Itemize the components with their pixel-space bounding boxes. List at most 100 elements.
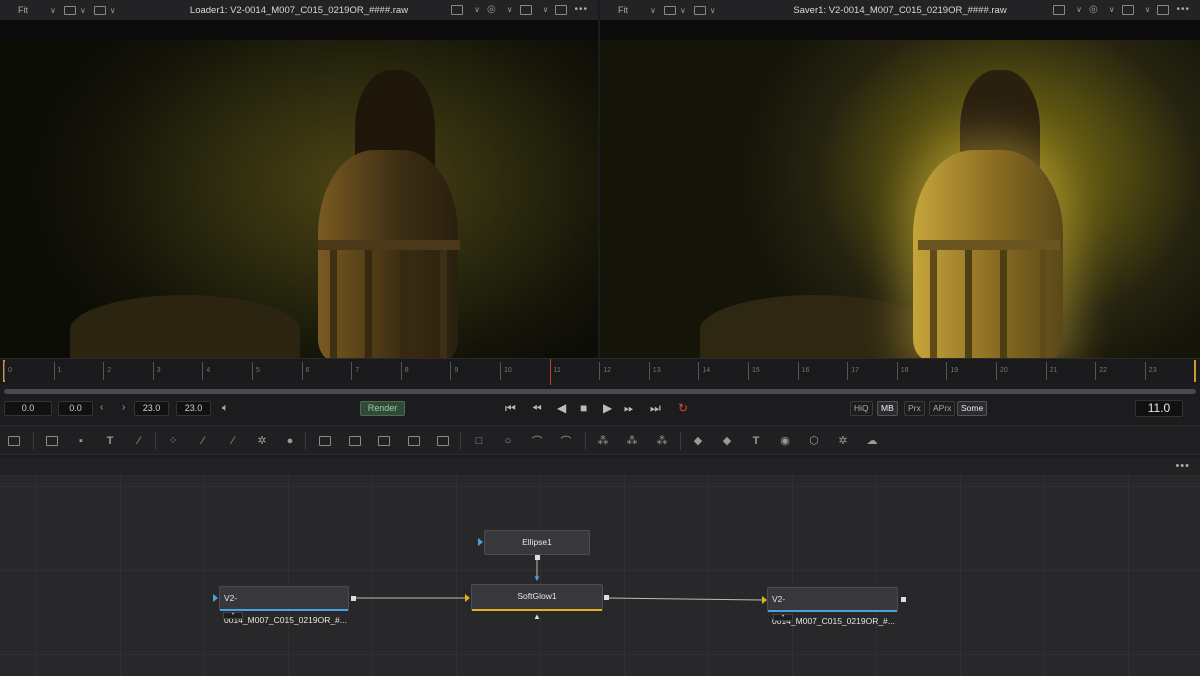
fit-dropdown[interactable]: Fit: [618, 5, 646, 15]
loop-icon[interactable]: ↻: [678, 401, 688, 415]
particle-render-icon[interactable]: ⁂: [625, 434, 639, 447]
softglow-node[interactable]: SoftGlow1: [471, 584, 603, 611]
global-start-field[interactable]: 0.0: [4, 401, 52, 416]
go-to-start-icon[interactable]: ⏮︎: [505, 401, 516, 415]
paint-tool-icon[interactable]: ▪: [74, 434, 88, 447]
selective-update-toggle[interactable]: Some: [957, 401, 988, 416]
text3d-icon[interactable]: T: [749, 434, 763, 447]
ellipse-input-port[interactable]: [478, 538, 483, 546]
render-start-field[interactable]: 0.0: [58, 401, 93, 416]
softglow-input-port[interactable]: [465, 594, 470, 602]
chevron-down-icon[interactable]: ∨: [680, 6, 686, 15]
saver-node[interactable]: V2-0014_M007_C015_0219OR_#...: [767, 587, 898, 626]
curves-tool-icon[interactable]: ⁄: [226, 434, 240, 447]
mask-input-icon[interactable]: ▲: [533, 612, 541, 621]
loader-output-port[interactable]: [351, 596, 356, 601]
ellipse-output-port[interactable]: [535, 555, 540, 560]
background-tool-icon[interactable]: [45, 434, 59, 447]
auto-proxy-toggle[interactable]: APrx: [929, 401, 956, 416]
chevron-down-icon[interactable]: ∨: [80, 6, 86, 15]
bspline-mask-icon[interactable]: ⌒: [559, 434, 573, 448]
color-channel-icon[interactable]: ◎: [1089, 4, 1098, 15]
roi-icon[interactable]: [63, 5, 76, 15]
rewind-icon[interactable]: ⏪︎: [532, 401, 542, 415]
text-tool-icon[interactable]: T: [103, 434, 117, 447]
grid-icon[interactable]: [519, 4, 532, 15]
view-mode-icon[interactable]: [693, 5, 706, 15]
resize-tool-icon[interactable]: [436, 434, 450, 447]
chevron-down-icon[interactable]: ∨: [710, 6, 716, 15]
render-button[interactable]: Render: [360, 401, 405, 416]
saver-output-port[interactable]: [901, 597, 906, 602]
rectangle-mask-icon[interactable]: □: [472, 434, 486, 447]
chevron-down-icon[interactable]: ∨: [650, 6, 656, 15]
fast-forward-icon[interactable]: ⏩︎: [624, 401, 634, 415]
step-forward-icon[interactable]: ›: [122, 402, 125, 413]
render3d-icon[interactable]: ⬡: [807, 434, 821, 447]
connection-softglow-to-saver: [608, 597, 763, 601]
stop-icon[interactable]: ■: [580, 401, 587, 415]
particle-emitter-icon[interactable]: ⁂: [596, 434, 610, 447]
time-ruler[interactable]: 0 1 2 3 4 5 6 7 8 9 10 11 12 13 14 15 16 17 18 19 20 21 22 23: [0, 358, 1200, 385]
view-mode-icon[interactable]: [93, 5, 106, 15]
grid-icon[interactable]: [1121, 4, 1134, 15]
camera3d-icon[interactable]: ◉: [778, 434, 792, 447]
safe-area-icon[interactable]: [555, 4, 568, 15]
chevron-down-icon[interactable]: ∨: [507, 5, 513, 14]
time-slider-bar[interactable]: [4, 389, 1196, 394]
fit-dropdown[interactable]: Fit: [18, 5, 46, 15]
softglow-output-port[interactable]: [604, 595, 609, 600]
color-channel-icon[interactable]: ◎: [487, 4, 496, 15]
hiq-toggle[interactable]: HiQ: [850, 401, 873, 416]
chevron-down-icon[interactable]: ∨: [50, 6, 56, 15]
ellipse-mask-icon[interactable]: ○: [501, 434, 515, 447]
chevron-down-icon[interactable]: ∨: [474, 5, 480, 14]
current-time-field[interactable]: 11.0: [1135, 400, 1183, 417]
brightness-tool-icon[interactable]: ✲: [255, 434, 269, 447]
drop-tool-icon[interactable]: ●: [283, 434, 297, 447]
blur-tool-icon[interactable]: ⁘: [166, 434, 180, 447]
chevron-down-icon[interactable]: ∨: [1145, 5, 1151, 14]
chevron-down-icon[interactable]: ∨: [543, 5, 549, 14]
color-corrector-icon[interactable]: ⁄: [196, 434, 210, 447]
play-forward-icon[interactable]: ▶: [603, 401, 612, 415]
proxy-toggle[interactable]: Prx: [904, 401, 925, 416]
transform-tool-icon[interactable]: [407, 434, 421, 447]
safe-area-icon[interactable]: [1157, 4, 1170, 15]
step-back-icon[interactable]: ‹: [100, 402, 103, 413]
matte-control-icon[interactable]: [377, 434, 391, 447]
playhead[interactable]: [549, 359, 551, 385]
loader-node[interactable]: V2-0014_M007_C015_0219OR_#...: [219, 586, 349, 625]
go-to-end-icon[interactable]: ⏭︎: [650, 401, 661, 415]
particle-force-icon[interactable]: ⁂: [655, 434, 669, 447]
more-options-icon[interactable]: •••: [574, 4, 588, 15]
audio-icon[interactable]: 🔈︎: [222, 402, 229, 415]
render-end-field[interactable]: 23.0: [134, 401, 169, 416]
toggle-panel-icon[interactable]: [7, 434, 21, 447]
lut-icon[interactable]: [451, 4, 464, 15]
light3d-icon[interactable]: ✲: [836, 434, 850, 447]
global-end-field[interactable]: 23.0: [176, 401, 211, 416]
chevron-down-icon[interactable]: ∨: [110, 6, 116, 15]
more-options-icon[interactable]: •••: [1176, 4, 1190, 15]
motion-blur-toggle[interactable]: MB: [877, 401, 898, 416]
channel-booleans-icon[interactable]: [348, 434, 362, 447]
polygon-mask-icon[interactable]: ⌒: [530, 434, 544, 448]
loader-input-port[interactable]: [213, 594, 218, 602]
merge3d-icon[interactable]: ◆: [720, 434, 734, 447]
render-range-end[interactable]: [1194, 360, 1196, 382]
play-reverse-icon[interactable]: ◀: [557, 401, 566, 415]
fog3d-icon[interactable]: ☁︎: [865, 434, 879, 447]
roi-icon[interactable]: [663, 5, 676, 15]
node-editor[interactable]: Ellipse1 ▼ V2-0014_M007_C015_0219OR_#...…: [0, 476, 1200, 676]
ellipse-node[interactable]: Ellipse1: [484, 530, 590, 555]
merge-tool-icon[interactable]: [318, 434, 332, 447]
shape3d-icon[interactable]: ◆: [691, 434, 705, 447]
chevron-down-icon[interactable]: ∨: [1109, 5, 1115, 14]
viewer-right[interactable]: [600, 20, 1200, 358]
viewer-left[interactable]: [0, 20, 598, 358]
brush-tool-icon[interactable]: ⁄: [132, 434, 146, 447]
lut-icon[interactable]: [1053, 4, 1066, 15]
more-options-icon[interactable]: •••: [1175, 460, 1190, 472]
chevron-down-icon[interactable]: ∨: [1076, 5, 1082, 14]
